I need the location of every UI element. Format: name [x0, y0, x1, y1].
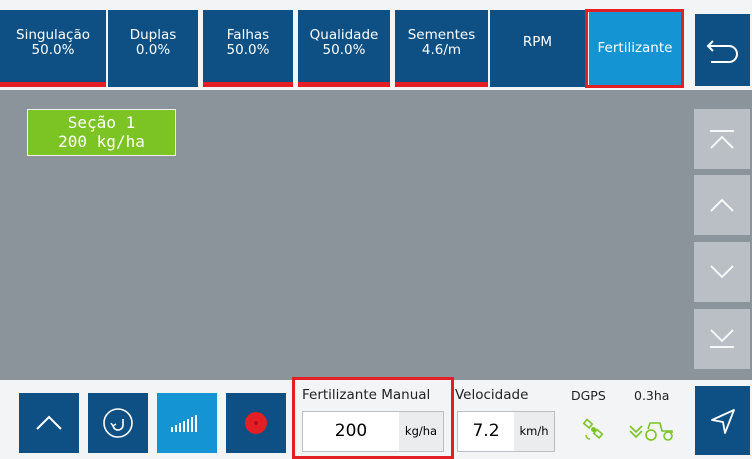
- area-value: 0.3ha: [634, 388, 670, 403]
- alert-indicator: [298, 82, 390, 87]
- scroll-up-button[interactable]: [694, 175, 750, 235]
- tab-value: 0.0%: [135, 42, 171, 58]
- chevron-up-icon: [36, 415, 62, 430]
- alert-indicator: [395, 82, 488, 87]
- section-label: Seção 1 200 kg/ha: [27, 109, 176, 156]
- tab-singulacao[interactable]: Singulação 50.0%: [0, 10, 106, 87]
- fertilizer-rate-unit: kg/ha: [399, 412, 443, 451]
- tab-value: 50.0%: [31, 42, 75, 58]
- back-button[interactable]: [695, 14, 750, 86]
- refresh-button[interactable]: [88, 393, 148, 453]
- alert-indicator: [203, 82, 293, 87]
- section-name: Seção 1: [67, 113, 136, 132]
- tab-label: Qualidade: [309, 27, 379, 43]
- expand-button[interactable]: [19, 393, 79, 453]
- tractor-icon: [629, 422, 673, 441]
- double-up-icon: [710, 130, 734, 149]
- speed-unit: km/h: [514, 412, 554, 451]
- speed-field: 7.2 km/h: [457, 411, 555, 452]
- top-bar: Singulação 50.0% Duplas 0.0% Falhas 50.0…: [0, 0, 752, 90]
- chevron-down-icon: [710, 265, 734, 279]
- satellite-icon: [582, 418, 604, 440]
- tab-falhas[interactable]: Falhas 50.0%: [203, 10, 293, 87]
- scroll-bottom-button[interactable]: [694, 309, 750, 369]
- section-rate: 200 kg/ha: [58, 132, 145, 151]
- fertilizer-label: Fertilizante Manual: [302, 387, 431, 403]
- navigation-button[interactable]: [695, 386, 750, 455]
- tab-label: Duplas: [129, 27, 177, 43]
- rate-bars-button[interactable]: [157, 393, 217, 453]
- back-arrow-icon: [706, 40, 738, 63]
- tab-label: Singulação: [16, 27, 90, 43]
- scroll-top-button[interactable]: [694, 109, 750, 169]
- bars-icon: [171, 415, 197, 432]
- double-down-icon: [710, 329, 734, 348]
- alert-indicator: [0, 82, 106, 87]
- tab-sementes[interactable]: Sementes 4.6/m: [395, 10, 488, 87]
- speed-label: Velocidade: [455, 387, 529, 403]
- tab-label: Falhas: [226, 27, 270, 43]
- rotate-icon: [103, 408, 133, 438]
- tab-qualidade[interactable]: Qualidade 50.0%: [298, 10, 390, 87]
- tab-duplas[interactable]: Duplas 0.0%: [108, 10, 198, 87]
- navigation-arrow-icon: [710, 408, 735, 434]
- tab-label: Sementes: [407, 27, 476, 43]
- tab-highlight-frame: [585, 9, 684, 88]
- scroll-down-button[interactable]: [694, 242, 750, 302]
- chevron-up-icon: [710, 198, 734, 212]
- fertilizer-rate-field[interactable]: 200 kg/ha: [302, 411, 444, 452]
- speed-value: 7.2: [472, 421, 500, 441]
- tab-value: 50.0%: [322, 42, 366, 58]
- record-icon: [245, 412, 267, 434]
- record-button[interactable]: [226, 393, 286, 453]
- tab-rpm[interactable]: RPM: [490, 10, 585, 87]
- tab-label: RPM: [522, 34, 553, 50]
- fertilizer-rate-value: 200: [334, 421, 368, 441]
- tab-value: 4.6/m: [421, 42, 462, 58]
- gps-label: DGPS: [571, 388, 606, 403]
- tab-value: 50.0%: [226, 42, 270, 58]
